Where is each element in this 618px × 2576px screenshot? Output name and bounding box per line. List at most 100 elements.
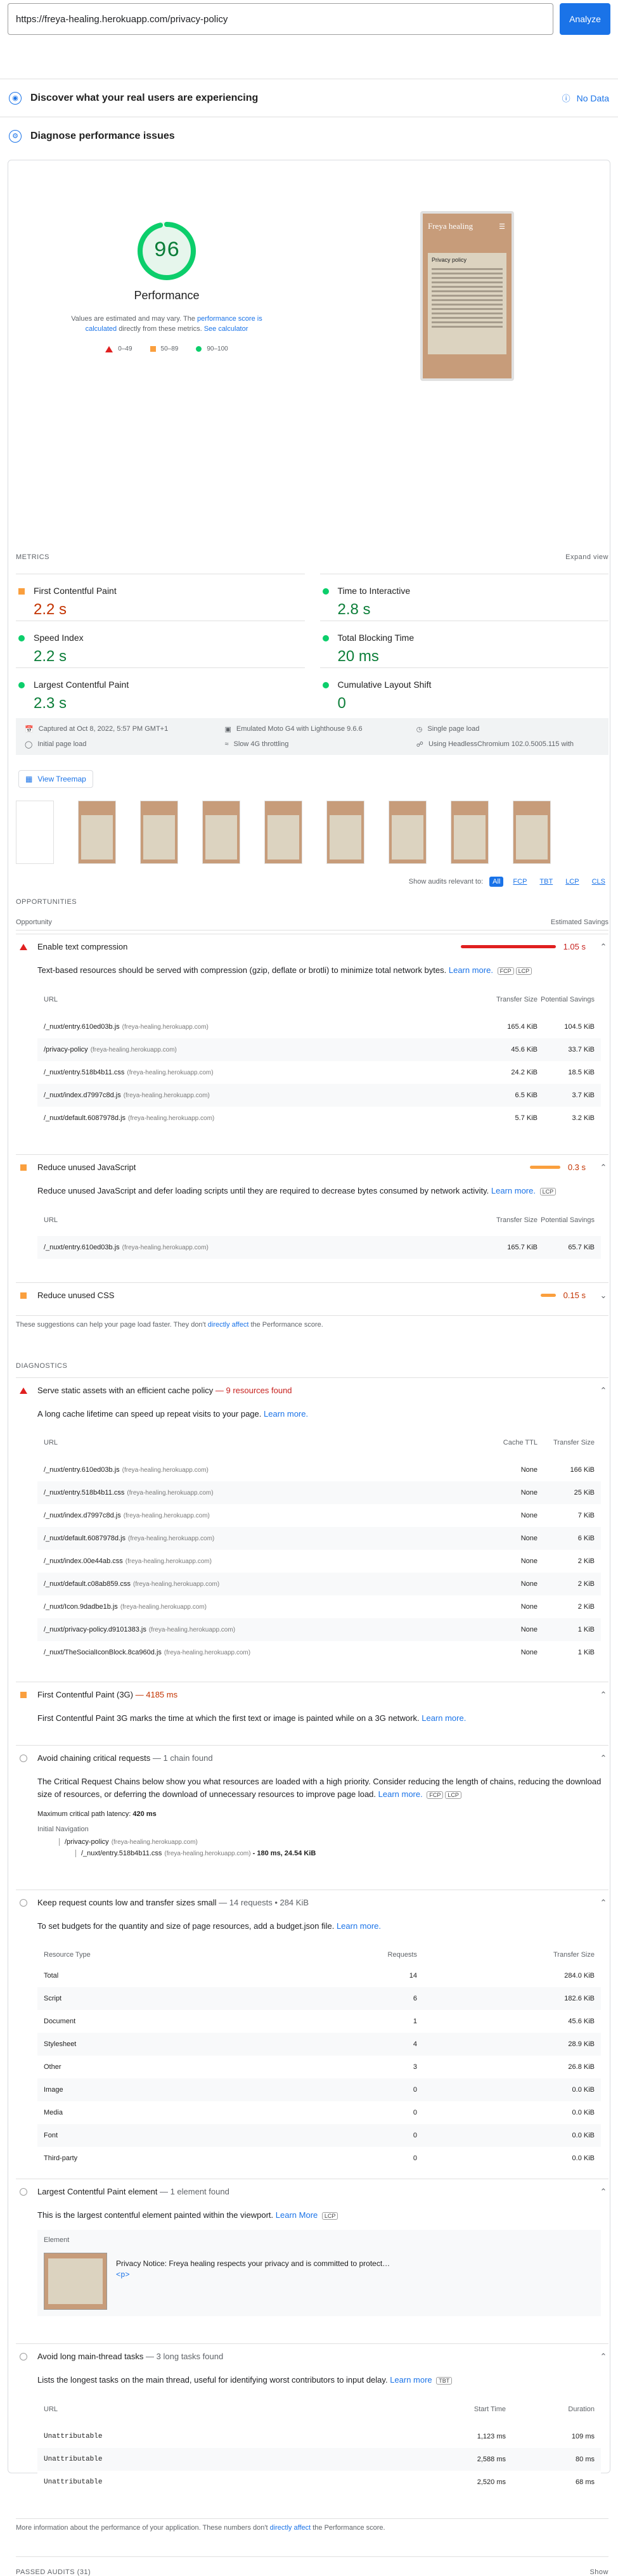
diagnose-section[interactable]: ⚙ Diagnose performance issues [0, 117, 618, 155]
col-size: Transfer Size [496, 1216, 538, 1224]
row-url[interactable]: /_nuxt/TheSocialIconBlock.8ca960d.js [44, 1649, 162, 1656]
audit-header[interactable]: Enable text compression 1.05 s ⌃ [16, 934, 608, 959]
table-row: /_nuxt/default.6087978d.js (freya-healing… [37, 1107, 601, 1130]
row-url[interactable]: /_nuxt/index.d7997c8d.js [44, 1512, 121, 1519]
footnote-link[interactable]: directly affect [208, 1321, 249, 1329]
row-url[interactable]: /_nuxt/index.d7997c8d.js [44, 1092, 121, 1099]
col-start: Start Time [473, 2405, 506, 2413]
audit-extra: — 14 requests • 284 KiB [219, 1898, 309, 1907]
audit-header[interactable]: Reduce unused JavaScript 0.3 s ⌃ [16, 1154, 608, 1180]
learn-more-link[interactable]: Learn more. [491, 1186, 536, 1195]
row-url[interactable]: /_nuxt/entry.610ed03b.js [44, 1466, 120, 1474]
audit-header[interactable]: Keep request counts low and transfer siz… [16, 1890, 608, 1915]
table-row: Unattributable 1,123 ms 109 ms [37, 2425, 601, 2448]
row-size: 24.2 KiB [511, 1069, 538, 1076]
globe-icon: ☍ [416, 740, 423, 749]
learn-more-link[interactable]: Learn More [276, 2210, 318, 2220]
row-url: Unattributable [44, 2433, 103, 2440]
metric-value: 2.8 s [337, 601, 371, 618]
view-treemap-button[interactable]: ▦ View Treemap [18, 770, 93, 788]
filter-cls[interactable]: CLS [589, 877, 608, 887]
filter-all[interactable]: All [489, 877, 504, 887]
chevron-up-icon[interactable]: ⌃ [598, 1898, 608, 1908]
chevron-up-icon[interactable]: ⌃ [598, 1162, 608, 1173]
audit-title: Largest Contentful Paint element [37, 2187, 158, 2196]
show-button[interactable]: Show [589, 2568, 608, 2576]
audit-header[interactable]: Serve static assets with an efficient ca… [16, 1377, 608, 1403]
score-legend: 0–49 50–89 90–100 [34, 345, 300, 352]
final-screenshot[interactable]: Freya healing ☰ Privacy policy [420, 211, 514, 381]
chevron-up-icon[interactable]: ⌃ [598, 1753, 608, 1763]
table-header: URL Transfer Size Potential Savings [37, 1204, 601, 1236]
chevron-up-icon[interactable]: ⌃ [598, 942, 608, 952]
row-url[interactable]: /_nuxt/entry.518b4b11.css [44, 1069, 124, 1076]
chevron-up-icon[interactable]: ⌃ [598, 2187, 608, 2197]
learn-more-link[interactable]: Learn more. [422, 1713, 466, 1723]
chevron-up-icon[interactable]: ⌃ [598, 1690, 608, 1700]
passed-audits[interactable]: PASSED AUDITS (31) Show [16, 2556, 608, 2576]
filter-fcp[interactable]: FCP [510, 877, 530, 887]
row-url[interactable]: /_nuxt/default.c08ab859.css [44, 1580, 131, 1588]
row-url[interactable]: /_nuxt/privacy-policy.d9101383.js [44, 1626, 146, 1633]
audit-description: First Contentful Paint 3G marks the time… [16, 1707, 608, 1725]
desc-text: Reduce unused JavaScript and defer loadi… [37, 1186, 489, 1195]
learn-more-link[interactable]: Learn more [390, 2375, 432, 2385]
audit-header[interactable]: First Contentful Paint (3G) — 4185 ms ⌃ [16, 1682, 608, 1707]
average-icon [150, 346, 156, 352]
learn-more-link[interactable]: Learn more. [337, 1921, 381, 1931]
audit-title: Avoid chaining critical requests [37, 1753, 151, 1763]
audit-fcp-3g: First Contentful Paint (3G) — 4185 ms ⌃ … [16, 1682, 608, 1725]
footnote-link[interactable]: directly affect [270, 2524, 311, 2532]
row-requests: 6 [413, 1995, 417, 2002]
row-host: (freya-healing.herokuapp.com) [164, 1649, 251, 1656]
chain-url[interactable]: /_nuxt/entry.518b4b11.css [81, 1850, 162, 1857]
env-initial: ◯ Initial page load [25, 738, 224, 750]
table-row: /_nuxt/entry.518b4b11.css (freya-healing.… [37, 1061, 601, 1084]
lcp-thumbnail[interactable] [44, 2253, 107, 2310]
env-text: Using HeadlessChromium 102.0.5005.115 wi… [428, 740, 574, 748]
metric-label: Total Blocking Time [337, 633, 415, 643]
audit-header[interactable]: Largest Contentful Paint element — 1 ele… [16, 2179, 608, 2204]
wifi-icon: ≈ [224, 740, 229, 748]
row-url[interactable]: /_nuxt/default.6087978d.js [44, 1535, 126, 1542]
row-type: Stylesheet [44, 2040, 77, 2048]
learn-more-link[interactable]: Learn more. [264, 1409, 308, 1419]
calendar-icon: 📅 [25, 725, 34, 733]
expand-view-button[interactable]: Expand view [565, 553, 608, 561]
calculator-link[interactable]: See calculator [204, 325, 248, 333]
row-type: Image [44, 2086, 63, 2094]
row-url[interactable]: /_nuxt/default.6087978d.js [44, 1114, 126, 1122]
analyze-button[interactable]: Analyze [560, 3, 610, 35]
table-row: Unattributable 2,588 ms 80 ms [37, 2448, 601, 2471]
filter-tbt[interactable]: TBT [536, 877, 556, 887]
chain-url[interactable]: /privacy-policy [65, 1838, 109, 1846]
table-row: /privacy-policy (freya-healing.herokuapp.… [37, 1038, 601, 1061]
metric-tbt: Total Blocking Time 20 ms [319, 621, 608, 667]
row-url[interactable]: /_nuxt/entry.518b4b11.css [44, 1489, 124, 1497]
row-url[interactable]: /_nuxt/Icon.9dadbe1b.js [44, 1603, 118, 1611]
metrics-grid: First Contentful Paint 2.2 s Time to Inte… [16, 574, 608, 714]
audit-header[interactable]: Reduce unused CSS 0.15 s ⌄ [16, 1282, 608, 1308]
latency-label: Maximum critical path latency: [37, 1810, 131, 1818]
url-input[interactable]: https://freya-healing.herokuapp.com/priv… [8, 3, 553, 35]
table-row: Document 1 45.6 KiB [37, 2010, 601, 2033]
chevron-down-icon[interactable]: ⌄ [598, 1291, 608, 1301]
learn-more-link[interactable]: Learn more. [378, 1789, 423, 1799]
lcp-tag[interactable]: <p> [116, 2270, 390, 2279]
audit-header[interactable]: Avoid chaining critical requests — 1 cha… [16, 1745, 608, 1770]
chevron-up-icon[interactable]: ⌃ [598, 2352, 608, 2362]
filter-lcp[interactable]: LCP [562, 877, 582, 887]
opportunities-footnote: These suggestions can help your page loa… [16, 1315, 608, 1329]
row-url[interactable]: /_nuxt/index.00e44ab.css [44, 1557, 123, 1565]
row-url[interactable]: /privacy-policy [44, 1046, 88, 1053]
row-url[interactable]: /_nuxt/entry.610ed03b.js [44, 1244, 120, 1251]
table-row: /_nuxt/entry.610ed03b.js (freya-healing.h… [37, 1459, 601, 1481]
discover-section[interactable]: ◉ Discover what your real users are expe… [0, 79, 618, 117]
env-text: Single page load [427, 725, 480, 733]
audit-header[interactable]: Avoid long main-thread tasks — 3 long ta… [16, 2343, 608, 2369]
learn-more-link[interactable]: Learn more. [449, 965, 493, 975]
menu-icon: ☰ [499, 223, 505, 231]
row-url[interactable]: /_nuxt/entry.610ed03b.js [44, 1023, 120, 1031]
chevron-up-icon[interactable]: ⌃ [598, 1386, 608, 1396]
metric-value: 2.2 s [34, 648, 67, 665]
